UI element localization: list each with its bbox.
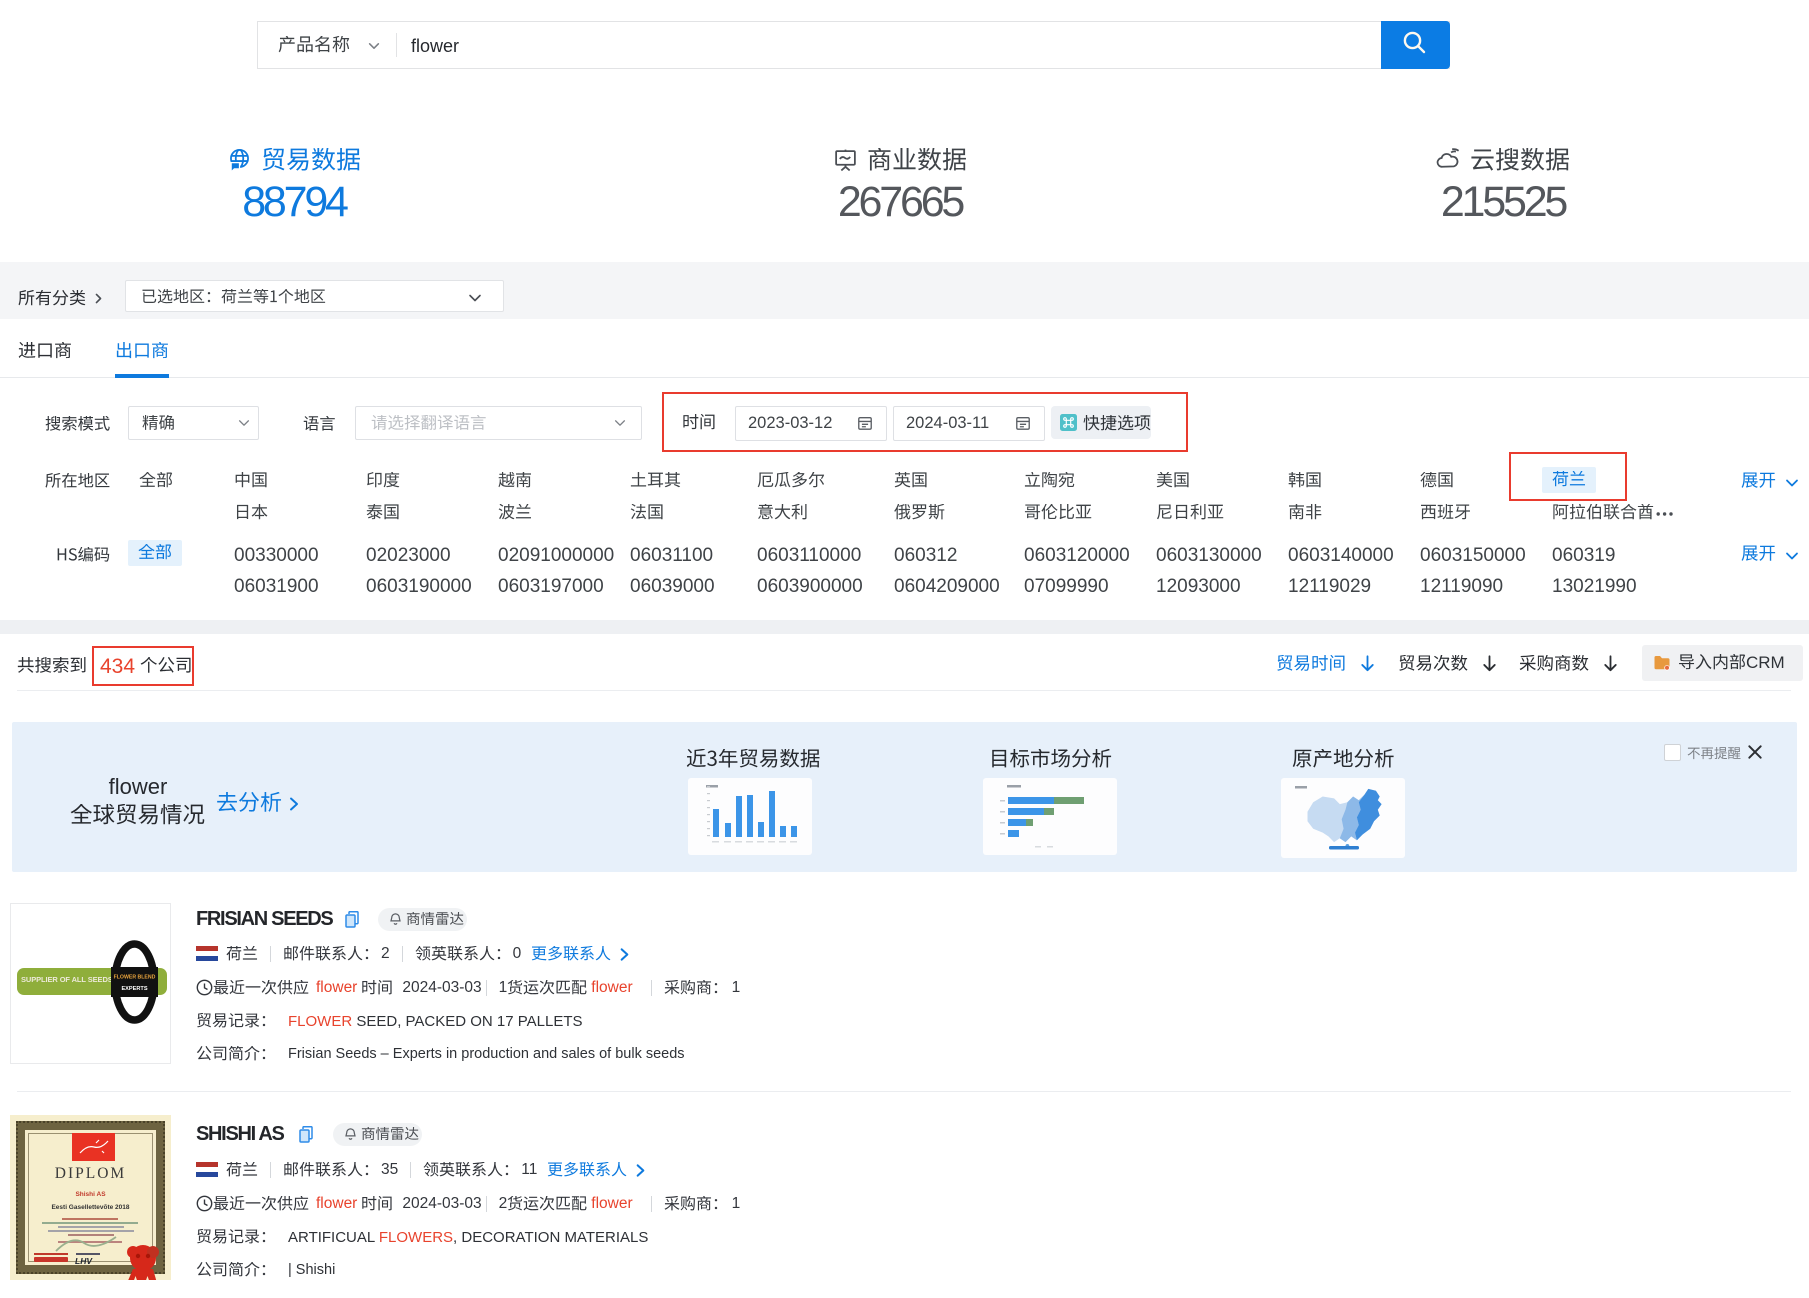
svg-text:FLOWER BLEND: FLOWER BLEND [114, 975, 156, 981]
svg-text:EXPERTS: EXPERTS [121, 986, 147, 992]
